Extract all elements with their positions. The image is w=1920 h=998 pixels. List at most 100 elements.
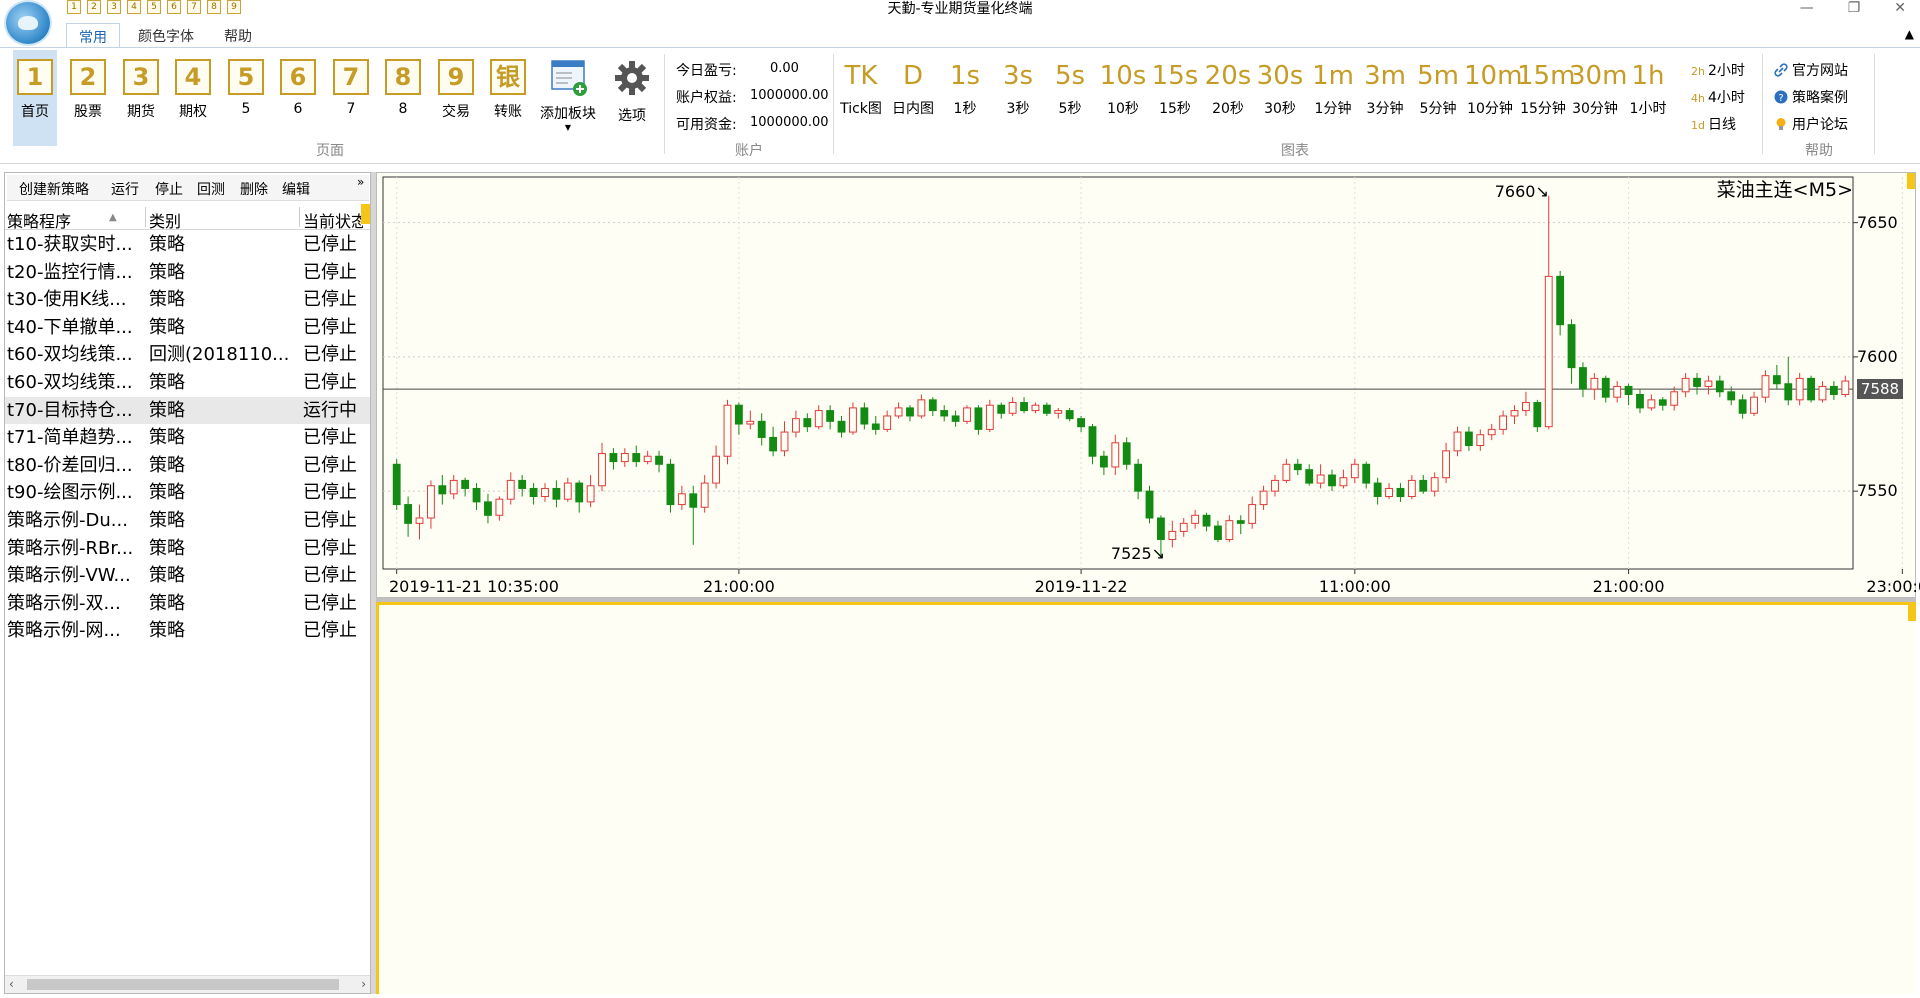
page-7-button[interactable]: 7 7	[329, 59, 373, 117]
period-15s-button[interactable]: 15s 15秒	[1149, 60, 1201, 118]
today-pnl-value: 0.00	[770, 61, 799, 76]
minimize-icon[interactable]: —	[1800, 0, 1814, 16]
strategy-type: 策略	[149, 399, 185, 421]
page-8-button[interactable]: 8 8	[381, 59, 425, 117]
candle-body	[1054, 410, 1063, 414]
period-20s-button[interactable]: 20s 20秒	[1202, 60, 1254, 118]
table-row[interactable]: t90-绘图示例... 策略 已停止	[5, 479, 370, 507]
candle-down	[1624, 383, 1633, 406]
page-group: 1 首页 2 股票 3 期货 4 期权 5 5 6 6 7 7 8 8 9 交易…	[0, 48, 660, 162]
table-row[interactable]: 策略示例-Du... 策略 已停止	[5, 507, 370, 535]
candle-down	[1236, 515, 1245, 535]
candle-down	[1077, 415, 1085, 433]
low-price-annotation: 7525↘	[1110, 544, 1166, 564]
ribbon-collapse-icon[interactable]: ▲	[1905, 27, 1914, 41]
table-row[interactable]: t20-监控行情... 策略 已停止	[5, 259, 370, 287]
candle-body	[1339, 477, 1348, 487]
scrollbar-thumb[interactable]	[27, 979, 339, 990]
column-divider[interactable]	[299, 207, 300, 227]
candle-body	[666, 463, 675, 506]
table-row[interactable]: 策略示例-网... 策略 已停止	[5, 617, 370, 645]
toolbar-overflow-icon[interactable]: »	[357, 175, 364, 189]
column-strategy-program[interactable]: 策略程序	[7, 208, 71, 232]
period-3m-button[interactable]: 3m 3分钟	[1359, 60, 1411, 118]
period-1d-button[interactable]: 1d 日线	[1691, 114, 1736, 134]
table-row-selected[interactable]: t70-目标持仓... 策略 运行中	[5, 396, 370, 425]
table-row[interactable]: t40-下单撤单... 策略 已停止	[5, 314, 370, 342]
backtest-button[interactable]: 回测	[197, 179, 225, 199]
page-trade-button[interactable]: 9 交易	[434, 59, 478, 121]
create-strategy-button[interactable]: 创建新策略	[19, 179, 89, 199]
close-icon[interactable]: ✕	[1894, 0, 1906, 16]
equity-label: 账户权益:	[676, 90, 737, 106]
table-row[interactable]: t30-使用K线... 策略 已停止	[5, 286, 370, 314]
table-row[interactable]: 策略示例-RBr... 策略 已停止	[5, 535, 370, 563]
stop-button[interactable]: 停止	[155, 179, 183, 199]
page-futures-button[interactable]: 3 期货	[119, 59, 163, 121]
period-intraday-button[interactable]: D 日内图	[887, 60, 939, 118]
delete-button[interactable]: 删除	[240, 179, 268, 199]
candle-body	[1225, 520, 1234, 540]
strategy-toolbar: 创建新策略 运行 停止 回测 删除 编辑 »	[7, 175, 369, 201]
candle-body	[438, 485, 447, 495]
strategy-table-header: 策略程序 ▲ 类别 当前状态	[5, 204, 370, 232]
ribbon-separator	[833, 54, 834, 154]
restore-icon[interactable]: ❐	[1848, 0, 1861, 16]
period-1s-button[interactable]: 1s 1秒	[939, 60, 991, 118]
page-options-button[interactable]: 4 期权	[171, 59, 215, 121]
table-row[interactable]: t80-价差回归... 策略 已停止	[5, 452, 370, 480]
indicator-panel[interactable]	[376, 602, 1916, 994]
page-home-button[interactable]: 1 首页	[13, 50, 57, 146]
strategy-type: 策略	[149, 620, 185, 642]
candle-body	[849, 407, 857, 433]
period-10s-button[interactable]: 10s 10秒	[1097, 60, 1149, 118]
candle-body	[1613, 385, 1622, 398]
kline-chart-panel[interactable]: 菜油主连<M5> 7550 7600 7650 7588 2019-11-21 …	[376, 172, 1920, 598]
run-button[interactable]: 运行	[111, 179, 139, 199]
scroll-left-icon[interactable]: ‹	[9, 977, 14, 991]
page-stock-label: 股票	[74, 104, 102, 120]
last-price-tag: 7588	[1857, 379, 1903, 400]
candle-down	[1419, 475, 1428, 494]
period-15s-glyph: 15s	[1151, 61, 1199, 91]
table-row[interactable]: t60-双均线策... 策略 已停止	[5, 369, 370, 397]
add-panel-button[interactable]: 添加板块 ▼	[536, 59, 600, 132]
table-row[interactable]: 策略示例-VW... 策略 已停止	[5, 562, 370, 590]
column-divider[interactable]	[145, 207, 146, 227]
candle-up	[563, 477, 572, 502]
period-30s-button[interactable]: 30s 30秒	[1254, 60, 1306, 118]
candle-body	[1499, 415, 1508, 430]
period-10m-button[interactable]: 10m 10分钟	[1464, 60, 1522, 118]
options-button[interactable]: 选项	[610, 59, 654, 125]
table-row[interactable]: t60-双均线策... 回测(2018110... 已停止	[5, 341, 370, 369]
page-stock-button[interactable]: 2 股票	[66, 59, 110, 121]
period-3s-button[interactable]: 3s 3秒	[992, 60, 1044, 118]
period-1h-button[interactable]: 1h 1小时	[1622, 60, 1674, 118]
column-status[interactable]: 当前状态	[303, 208, 363, 232]
period-1s-label: 1秒	[953, 101, 977, 117]
period-15m-button[interactable]: 15m 15分钟	[1517, 60, 1575, 118]
scroll-right-icon[interactable]: ›	[361, 977, 366, 991]
column-category[interactable]: 类别	[149, 208, 181, 232]
horizontal-scrollbar[interactable]: ‹ ›	[5, 975, 370, 993]
page-5-button[interactable]: 5 5	[224, 59, 268, 117]
candle-up	[1385, 483, 1393, 500]
strategy-type: 策略	[149, 234, 185, 255]
table-row[interactable]: t71-简单趋势... 策略 已停止	[5, 424, 370, 452]
period-3s-label: 3秒	[1006, 101, 1030, 117]
period-5m-button[interactable]: 5m 5分钟	[1412, 60, 1464, 118]
table-row[interactable]: 策略示例-双... 策略 已停止	[5, 590, 370, 618]
period-1m-button[interactable]: 1m 1分钟	[1307, 60, 1359, 118]
candle-body	[1761, 375, 1770, 398]
period-4h-button[interactable]: 4h 4小时	[1691, 87, 1745, 107]
candle-down	[1601, 375, 1610, 403]
period-30m-button[interactable]: 30m 30分钟	[1569, 60, 1627, 118]
period-2h-button[interactable]: 2h 2小时	[1691, 60, 1745, 80]
table-row[interactable]: t10-获取实时... 策略 已停止	[5, 231, 370, 259]
period-5s-button[interactable]: 5s 5秒	[1044, 60, 1096, 118]
period-tick-button[interactable]: TK Tick图	[835, 60, 887, 118]
page-transfer-button[interactable]: 银 转账	[486, 59, 530, 121]
page-6-button[interactable]: 6 6	[276, 59, 320, 117]
edit-button[interactable]: 编辑	[282, 179, 310, 199]
help-group-label: 帮助	[1805, 143, 1833, 159]
